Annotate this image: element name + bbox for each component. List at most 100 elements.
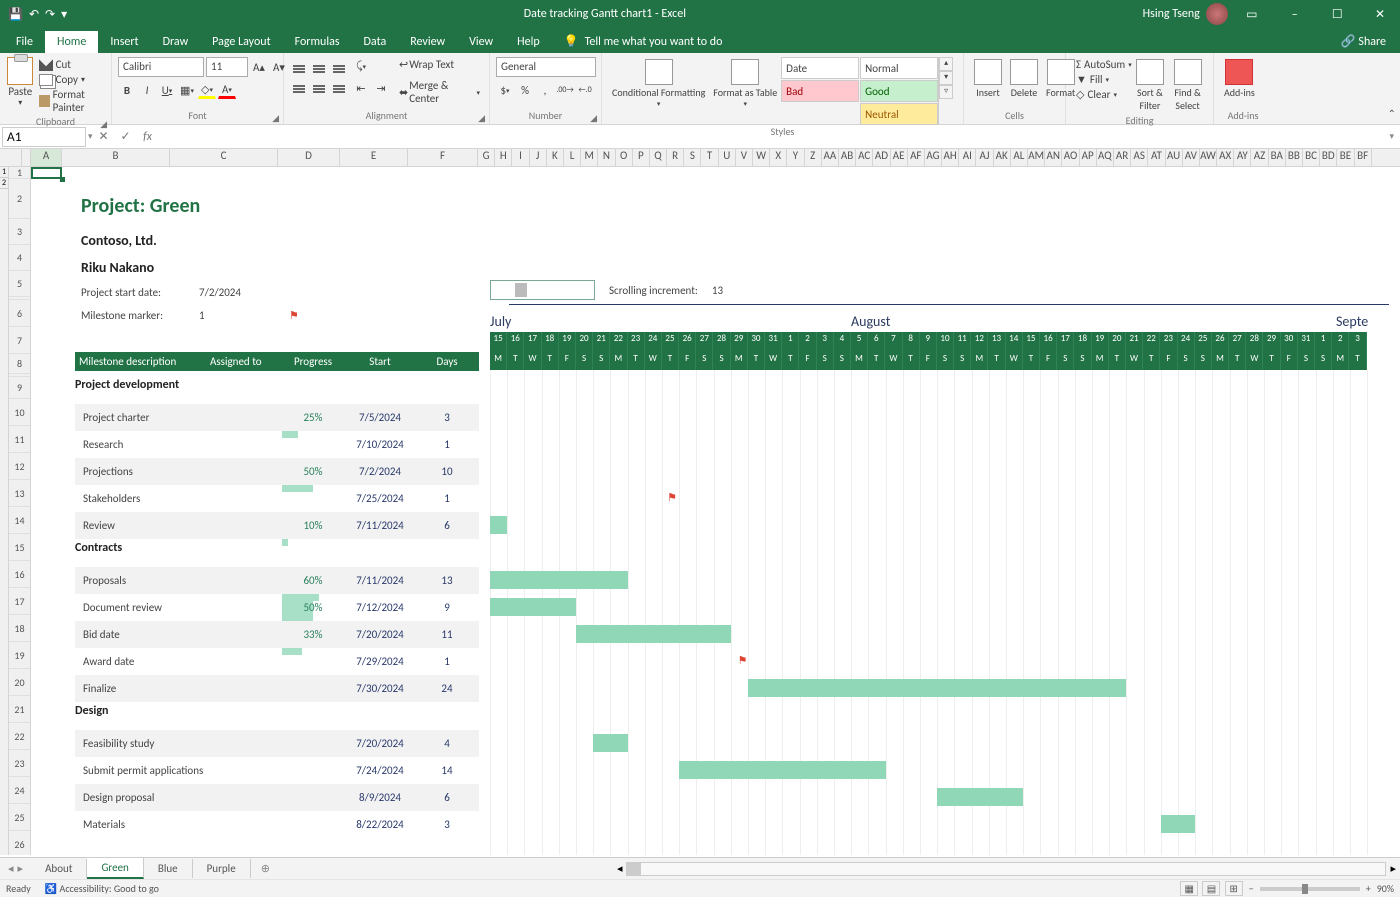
cell-style-bad[interactable]: Bad xyxy=(781,80,859,102)
styles-more-icon[interactable]: ▿ xyxy=(939,85,953,99)
task-row[interactable]: Document review50%7/12/20249 xyxy=(75,594,479,621)
fill-color-button[interactable]: ◇▾ xyxy=(198,81,216,99)
col-header-BC[interactable]: BC xyxy=(1303,149,1320,166)
col-header-AQ[interactable]: AQ xyxy=(1097,149,1114,166)
last-sheet-icon[interactable]: ▸ xyxy=(18,862,24,875)
col-header-BD[interactable]: BD xyxy=(1320,149,1337,166)
col-header-AE[interactable]: AE xyxy=(891,149,908,166)
new-sheet-button[interactable]: ⊕ xyxy=(251,859,280,878)
col-header-K[interactable]: K xyxy=(547,149,564,166)
col-header-R[interactable]: R xyxy=(667,149,684,166)
col-header-A[interactable]: A xyxy=(31,149,62,166)
zoom-level[interactable]: 90% xyxy=(1377,882,1394,895)
col-header-Y[interactable]: Y xyxy=(787,149,804,166)
col-header-AS[interactable]: AS xyxy=(1131,149,1148,166)
row-header-10[interactable]: 10 xyxy=(9,399,30,426)
enter-formula-icon[interactable]: ✓ xyxy=(115,129,137,144)
outline-row[interactable]: 1 2 xyxy=(0,167,9,855)
col-header-C[interactable]: C xyxy=(170,149,278,166)
sheet-tab-blue[interactable]: Blue xyxy=(144,859,193,878)
increase-decimal-button[interactable]: .00→ xyxy=(556,81,574,99)
col-header-BB[interactable]: BB xyxy=(1286,149,1303,166)
number-format-dropdown[interactable]: General xyxy=(496,57,596,77)
col-header-AY[interactable]: AY xyxy=(1234,149,1251,166)
dialog-launcher-icon[interactable]: ◢ xyxy=(100,119,107,130)
col-header-AI[interactable]: AI xyxy=(959,149,976,166)
cell-style-neutral[interactable]: Neutral xyxy=(860,103,938,125)
col-header-X[interactable]: X xyxy=(770,149,787,166)
minimize-icon[interactable]: – xyxy=(1275,8,1315,22)
row-header-18[interactable]: 18 xyxy=(9,615,30,642)
wrap-text-button[interactable]: ↩Wrap Text xyxy=(396,57,483,72)
col-header-AB[interactable]: AB xyxy=(839,149,856,166)
col-header-AN[interactable]: AN xyxy=(1045,149,1062,166)
styles-down-icon[interactable]: ▾ xyxy=(939,71,953,85)
row-header-21[interactable]: 21 xyxy=(9,696,30,723)
scroll-thumb[interactable] xyxy=(515,283,527,297)
col-header-Q[interactable]: Q xyxy=(650,149,667,166)
col-header-AP[interactable]: AP xyxy=(1080,149,1097,166)
col-header-V[interactable]: V xyxy=(736,149,753,166)
outline-column[interactable] xyxy=(22,149,31,166)
col-header-AF[interactable]: AF xyxy=(908,149,925,166)
decrease-indent-button[interactable]: ⇤ xyxy=(352,79,370,97)
align-middle-button[interactable] xyxy=(310,57,328,75)
autosum-button[interactable]: ΣAutoSum▾ xyxy=(1076,57,1132,72)
row-header-9[interactable]: 9 xyxy=(9,377,30,399)
task-row[interactable]: Award date7/29/20241 xyxy=(75,648,479,675)
format-as-table-button[interactable]: Format as Table▾ xyxy=(709,57,781,110)
col-header-AD[interactable]: AD xyxy=(873,149,890,166)
task-row[interactable]: Research7/10/20241 xyxy=(75,431,479,458)
col-header-J[interactable]: J xyxy=(530,149,547,166)
cut-button[interactable]: Cut xyxy=(39,57,105,72)
accounting-button[interactable]: $▾ xyxy=(496,81,514,99)
italic-button[interactable]: I xyxy=(138,81,156,99)
col-header-F[interactable]: F xyxy=(408,149,478,166)
addins-button[interactable]: Add-ins xyxy=(1220,57,1259,101)
copy-button[interactable]: Copy▾ xyxy=(39,72,105,87)
fill-handle[interactable] xyxy=(60,177,65,182)
find-select-button[interactable]: Find & Select xyxy=(1168,57,1207,114)
orientation-button[interactable]: ⤹▾ xyxy=(352,57,370,75)
sheet-tab-purple[interactable]: Purple xyxy=(193,859,251,878)
zoom-slider[interactable] xyxy=(1260,887,1360,891)
task-row[interactable]: Project charter25%7/5/20243 xyxy=(75,404,479,431)
col-header-N[interactable]: N xyxy=(598,149,615,166)
align-bottom-button[interactable] xyxy=(330,57,348,75)
col-header-AU[interactable]: AU xyxy=(1166,149,1183,166)
col-header-AR[interactable]: AR xyxy=(1114,149,1131,166)
format-painter-button[interactable]: Format Painter xyxy=(39,87,105,115)
task-row[interactable]: Stakeholders7/25/20241 xyxy=(75,485,479,512)
row-header-24[interactable]: 24 xyxy=(9,777,30,804)
col-header-B[interactable]: B xyxy=(62,149,170,166)
col-header-AZ[interactable]: AZ xyxy=(1251,149,1268,166)
col-header-L[interactable]: L xyxy=(564,149,581,166)
col-header-S[interactable]: S xyxy=(684,149,701,166)
align-right-button[interactable] xyxy=(330,77,348,95)
close-icon[interactable]: ✕ xyxy=(1360,7,1400,22)
col-header-AT[interactable]: AT xyxy=(1148,149,1165,166)
col-header-AV[interactable]: AV xyxy=(1183,149,1200,166)
task-row[interactable]: Materials8/22/20243 xyxy=(75,811,479,838)
undo-icon[interactable]: ↶ xyxy=(29,7,39,22)
dialog-launcher-icon[interactable]: ◢ xyxy=(272,113,279,124)
row-header-12[interactable]: 12 xyxy=(9,453,30,480)
col-header-BF[interactable]: BF xyxy=(1355,149,1372,166)
col-header-T[interactable]: T xyxy=(701,149,718,166)
task-row[interactable]: Design proposal8/9/20246 xyxy=(75,784,479,811)
row-header-3[interactable]: 3 xyxy=(9,219,30,245)
merge-center-button[interactable]: ⬌Merge & Center▾ xyxy=(396,78,483,106)
scroll-right-icon[interactable]: ▸ xyxy=(1386,862,1400,875)
tab-insert[interactable]: Insert xyxy=(98,31,150,53)
ribbon-display-icon[interactable]: ▭ xyxy=(1232,7,1272,22)
insert-cells-button[interactable]: Insert xyxy=(970,57,1006,101)
col-header-BE[interactable]: BE xyxy=(1337,149,1354,166)
paste-button[interactable]: Paste ▾ xyxy=(6,57,35,108)
task-row[interactable]: Proposals60%7/11/202413 xyxy=(75,567,479,594)
col-header-O[interactable]: O xyxy=(616,149,633,166)
gantt-scroll-control[interactable] xyxy=(490,280,595,300)
tell-me-box[interactable]: 💡 Tell me what you want to do xyxy=(564,34,723,53)
dialog-launcher-icon[interactable]: ◢ xyxy=(478,113,485,124)
row-header-1[interactable]: 1 xyxy=(9,167,30,179)
redo-icon[interactable]: ↷ xyxy=(45,7,55,22)
